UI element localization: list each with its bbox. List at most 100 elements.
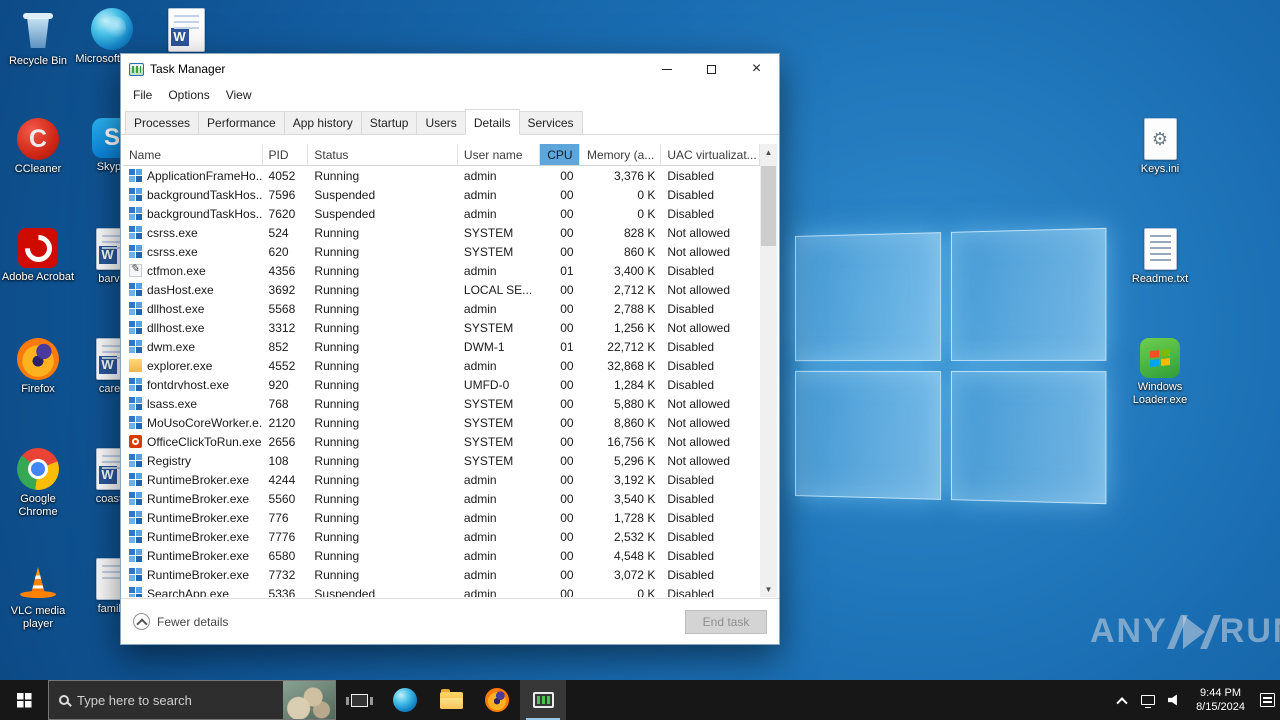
process-cpu: 00 [560,453,574,468]
desktop-icon-label: Recycle Bin [8,55,68,67]
process-user: admin [463,187,497,202]
menu-item[interactable]: File [125,86,160,104]
process-memory: 3,072 K [613,567,656,582]
scrollbar-thumb[interactable] [761,166,776,246]
taskbar-firefox-button[interactable] [474,680,520,720]
file-explorer-icon [439,688,463,709]
process-cpu: 00 [560,187,574,202]
tab[interactable]: Users [416,111,466,135]
process-row[interactable]: dasHost.exe 3692 Running LOCAL SE... 00 … [123,280,760,299]
process-row[interactable]: fontdrvhost.exe 920 Running UMFD-0 00 1,… [123,375,760,394]
process-row[interactable]: ctfmon.exe 4356 Running admin 01 3,400 K… [123,261,760,280]
tab[interactable]: Processes [125,111,200,135]
column-header-uac[interactable]: UAC virtualizat... [661,144,760,165]
end-task-button[interactable]: End task [685,609,767,634]
column-header-cpu[interactable]: CPU [539,144,580,165]
column-header-pid[interactable]: PID [263,144,309,165]
process-user: admin [463,263,497,278]
process-memory: 2,532 K [613,529,656,544]
taskbar-search[interactable] [48,680,336,720]
clock-date: 8/15/2024 [1196,701,1245,713]
process-row[interactable]: csrss.exe 524 Running SYSTEM 00 828 K No… [123,223,760,242]
desktop-icon[interactable]: Adobe Acrobat [0,222,76,332]
process-uac: Not allowed [667,396,731,411]
process-row[interactable]: RuntimeBroker.exe 4244 Running admin 00 … [123,470,760,489]
process-row[interactable]: RuntimeBroker.exe 776 Running admin 00 1… [123,508,760,527]
tab[interactable]: App history [283,111,362,135]
process-row[interactable]: lsass.exe 768 Running SYSTEM 00 5,880 K … [123,394,760,413]
taskbar-edge-button[interactable] [382,680,428,720]
process-cpu: 00 [560,510,574,525]
process-row[interactable]: backgroundTaskHos... 7620 Suspended admi… [123,204,760,223]
desktop-icon[interactable]: Keys.ini [1122,112,1198,222]
process-cpu: 00 [560,320,574,335]
column-header-name[interactable]: Name [123,144,263,165]
start-button[interactable] [0,680,48,720]
process-name: csrss.exe [147,244,198,259]
process-row[interactable]: dllhost.exe 5568 Running admin 00 2,788 … [123,299,760,318]
process-row[interactable]: OfficeClickToRun.exe 2656 Running SYSTEM… [123,432,760,451]
process-row[interactable]: dllhost.exe 3312 Running SYSTEM 00 1,256… [123,318,760,337]
taskbar-explorer-button[interactable] [428,680,474,720]
show-hidden-icons-button[interactable] [1109,680,1135,720]
desktop-icon[interactable]: Recycle Bin [0,2,76,112]
menu-item[interactable]: View [218,86,260,104]
maximize-button[interactable] [689,54,734,84]
tab[interactable]: Details [464,109,520,135]
bing-daily-image[interactable] [283,681,335,719]
tab[interactable]: Services [518,111,583,135]
title-bar[interactable]: Task Manager × [121,54,779,84]
process-uac: Disabled [667,548,715,563]
desktop-icon-image [16,8,60,52]
process-icon [129,435,142,448]
volume-tray-button[interactable] [1161,680,1187,720]
process-icon [129,226,142,239]
process-row[interactable]: RuntimeBroker.exe 7776 Running admin 00 … [123,527,760,546]
maximize-icon [707,64,716,74]
desktop-icon[interactable]: CCleaner [0,112,76,222]
process-pid: 776 [268,510,289,525]
search-input[interactable] [77,692,275,708]
desktop-icon[interactable]: Windows Loader.exe [1122,332,1198,442]
minimize-button[interactable] [644,54,689,84]
process-row[interactable]: SearchApp.exe 5336 Suspended admin 00 0 … [123,584,760,597]
process-row[interactable]: csrss.exe 620 Running SYSTEM 00 860 K No… [123,242,760,261]
taskbar-task-manager-button[interactable] [520,680,566,720]
desktop-icon[interactable]: Readme.txt [1122,222,1198,332]
windows-logo-icon [16,692,32,708]
close-button[interactable]: × [734,54,779,84]
desktop-icon[interactable]: Google Chrome [0,442,76,552]
process-row[interactable]: backgroundTaskHos... 7596 Suspended admi… [123,185,760,204]
network-tray-button[interactable] [1135,680,1161,720]
process-row[interactable]: RuntimeBroker.exe 6580 Running admin 00 … [123,546,760,565]
column-header-status[interactable]: Status [308,144,458,165]
column-header-user[interactable]: User name [458,144,540,165]
desktop-icon-label: Google Chrome [18,493,58,518]
tab[interactable]: Performance [198,111,285,135]
fewer-details-button[interactable]: Fewer details [133,613,228,630]
scroll-up-icon[interactable]: ▲ [760,144,777,160]
tab[interactable]: Startup [360,111,418,135]
taskbar-clock[interactable]: 9:44 PM 8/15/2024 [1187,686,1254,714]
process-row[interactable]: RuntimeBroker.exe 5560 Running admin 00 … [123,489,760,508]
task-view-button[interactable] [336,680,382,720]
desktop-icon[interactable]: VLC media player [0,552,76,662]
process-row[interactable]: ApplicationFrameHo... 4052 Running admin… [123,166,760,185]
desktop-icon[interactable]: Firefox [0,332,76,442]
process-row[interactable]: Registry 108 Running SYSTEM 00 5,296 K N… [123,451,760,470]
menu-item[interactable]: Options [160,86,217,104]
process-icon [129,473,142,486]
process-row[interactable]: explorer.exe 4552 Running admin 00 32,86… [123,356,760,375]
process-row[interactable]: MoUsoCoreWorker.e... 2120 Running SYSTEM… [123,413,760,432]
edge-icon [393,688,417,712]
process-memory: 3,540 K [613,491,656,506]
process-uac: Disabled [667,263,715,278]
process-cpu: 00 [560,244,574,259]
column-header-memory[interactable]: Memory (a... [580,144,662,165]
vertical-scrollbar[interactable]: ▲ ▼ [760,144,777,597]
system-tray: 9:44 PM 8/15/2024 [1109,680,1280,720]
scroll-down-icon[interactable]: ▼ [760,581,777,597]
process-row[interactable]: RuntimeBroker.exe 7732 Running admin 00 … [123,565,760,584]
process-row[interactable]: dwm.exe 852 Running DWM-1 01 22,712 K Di… [123,337,760,356]
action-center-button[interactable] [1254,680,1280,720]
